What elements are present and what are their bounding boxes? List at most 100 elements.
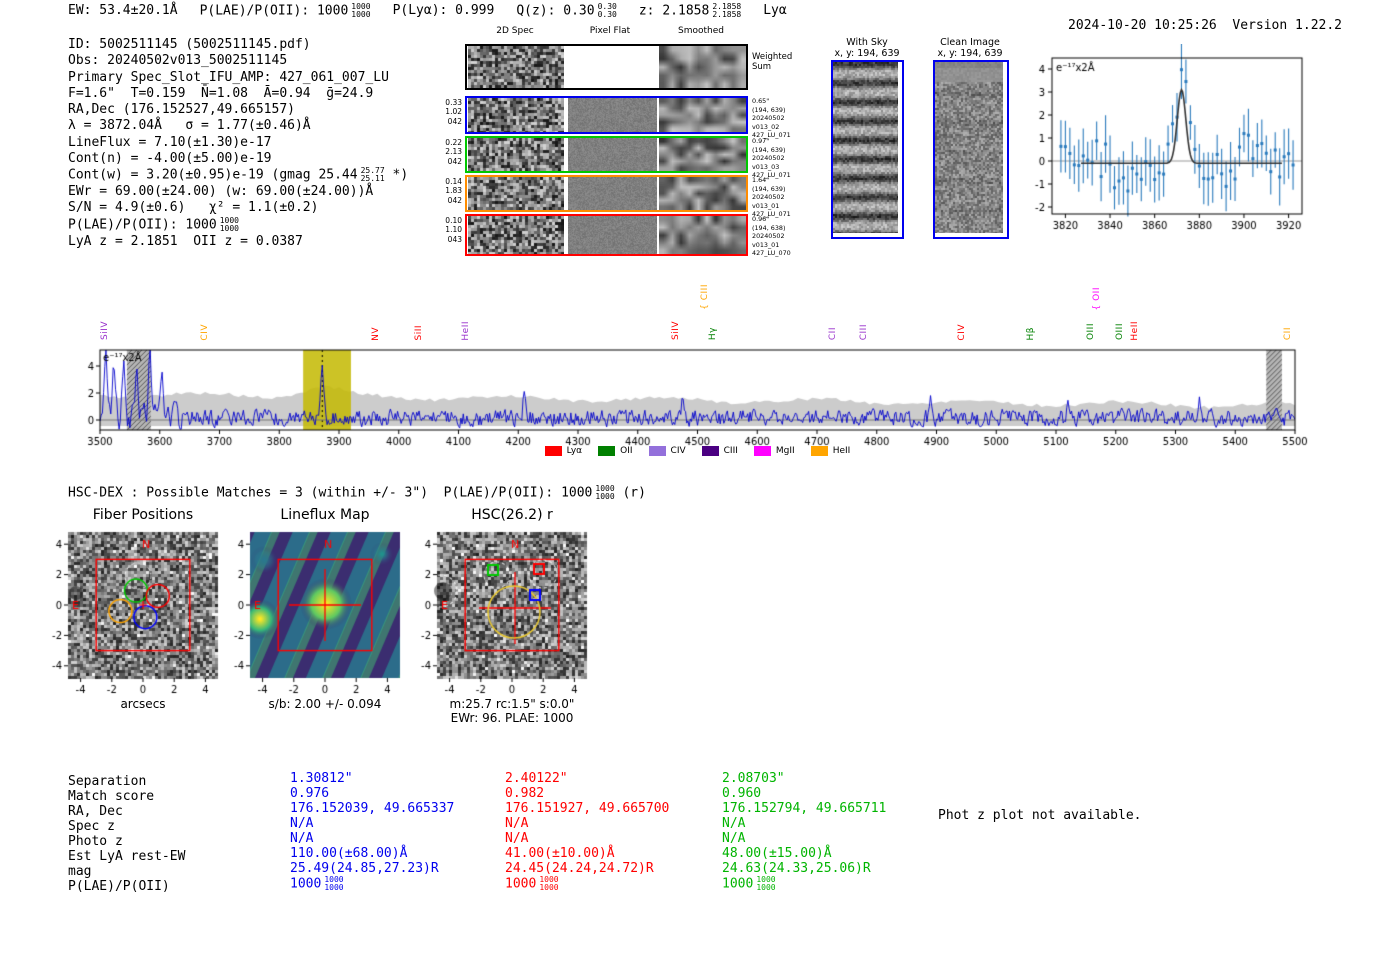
legend-label: CIII bbox=[723, 446, 738, 456]
2d-spec-row bbox=[465, 175, 748, 212]
cutout-xlabel: s/b: 2.00 +/- 0.094 bbox=[268, 697, 382, 711]
legend-label: Lyα bbox=[566, 446, 583, 456]
stacked-fraction: 1000 1000 bbox=[539, 876, 558, 892]
table-cell-plae: 1000 1000 1000 bbox=[722, 876, 886, 892]
info-line: RA,Dec (176.152527,49.665157) bbox=[68, 102, 295, 118]
info-line: LineFlux = 7.10(±1.30)e-17 bbox=[68, 134, 272, 150]
p-lya-value: P(Lyα): 0.999 bbox=[392, 3, 495, 18]
z-value-text: z: 2.1858 bbox=[638, 3, 710, 19]
table-cell: 2.08703" bbox=[722, 771, 785, 786]
2d-column-header: Pixel Flat bbox=[589, 26, 631, 36]
smoothed-panel bbox=[659, 177, 746, 210]
table-match-column: 2.08703" 0.960 176.152794, 49.665711 N/A N/A… bbox=[722, 771, 886, 892]
2d-row-left-line: 042 bbox=[447, 156, 462, 166]
2d-row-right-label: Weighted Sum bbox=[752, 52, 824, 72]
table-row-label: Match score bbox=[68, 789, 155, 804]
header-timestamp-version: 2024-10-20 10:25:26 Version 1.22.2 bbox=[1037, 3, 1342, 48]
2d-row-left-line: 0.10 bbox=[445, 216, 462, 225]
info-line: P(LAE)/P(OII): 1000 1000 1000 bbox=[68, 216, 408, 234]
legend-item: CIV bbox=[648, 446, 686, 456]
legend-label: OII bbox=[620, 446, 633, 456]
2d-row-right-line: v013_03 bbox=[752, 162, 780, 171]
fraction-bottom: 1000 bbox=[539, 883, 559, 892]
2d-row-left-label: 0.14 1.83 042 bbox=[438, 177, 462, 205]
legend-color-patch bbox=[544, 446, 562, 456]
info-line: F=1.6" T=0.159 N̄=1.08 Ā=0.94 ḡ=24.9 bbox=[68, 85, 374, 101]
stacked-fraction: 1000 1000 bbox=[756, 876, 775, 892]
table-cell: 41.00(±10.00)Å bbox=[505, 846, 615, 861]
plae-poii-value: P(LAE)/P(OII): 1000 1000 1000 bbox=[200, 3, 371, 19]
withsky-title: With Sky x, y: 194, 639 bbox=[834, 37, 900, 59]
pixel-flat-panel bbox=[568, 98, 657, 132]
2d-row-right-line: (194, 638) bbox=[752, 223, 786, 232]
legend-label: MgII bbox=[775, 446, 795, 456]
detection-info-block: ID: 5002511145 (5002511145.pdf) Obs: 2024… bbox=[68, 37, 408, 250]
2d-row-left-line: 2.13 bbox=[445, 147, 462, 157]
2d-row-right-line: Sum bbox=[752, 62, 772, 72]
legend-item: MgII bbox=[753, 446, 795, 456]
2d-row-left-line: 1.10 bbox=[445, 225, 462, 235]
smoothed-panel bbox=[659, 138, 746, 171]
cutout-title: Lineflux Map bbox=[280, 507, 370, 523]
stacked-fraction: 25.77 25.11 bbox=[361, 167, 385, 183]
2d-row-right-line: 0.65" bbox=[752, 97, 770, 105]
cleanimage-image bbox=[935, 62, 1003, 233]
table-row-label: Photo z bbox=[68, 834, 123, 849]
table-cell: 176.152039, 49.665337 bbox=[290, 801, 455, 816]
stacked-fraction: 0.30 0.30 bbox=[598, 3, 617, 19]
hscdex-text: (r) bbox=[614, 485, 646, 501]
legend-label: HeII bbox=[832, 446, 851, 456]
2d-row-right-label: 0.65" (194, 639) 20240502 v013_02 427_LU_071 bbox=[752, 97, 824, 140]
cutout-xlabel: arcsecs bbox=[120, 697, 166, 711]
info-line-text: P(LAE)/P(OII): 1000 bbox=[68, 217, 217, 233]
2d-row-right-line: (194, 639) bbox=[752, 105, 786, 114]
classified-line-name: Lyα bbox=[763, 3, 787, 18]
2d-spec-row bbox=[465, 136, 748, 173]
2d-row-right-line: 0.97" bbox=[752, 137, 770, 145]
fraction-bottom: 1000 bbox=[219, 223, 239, 233]
2d-row-left-line: 043 bbox=[447, 234, 462, 244]
fraction-bottom: 1000 bbox=[756, 883, 776, 892]
plae-main: 1000 bbox=[505, 876, 537, 892]
2d-row-left-line: 0.33 bbox=[445, 98, 462, 107]
table-cell: N/A bbox=[290, 831, 314, 846]
2d-spec-row bbox=[465, 214, 748, 256]
2d-row-left-line: 042 bbox=[447, 195, 462, 205]
fraction-bottom: 1000 bbox=[324, 883, 344, 892]
2d-row-left-line: 042 bbox=[447, 116, 462, 126]
info-line: S/N = 4.9(±0.6) χ² = 1.1(±0.2) bbox=[68, 200, 319, 216]
table-cell: 24.45(24.24,24.72)R bbox=[505, 861, 654, 876]
table-cell: N/A bbox=[505, 816, 529, 831]
timestamp: 2024-10-20 10:25:26 bbox=[1068, 18, 1217, 33]
info-line: Primary Spec_Slot_IFU_AMP: 427_061_007_L… bbox=[68, 69, 389, 85]
legend-color-patch bbox=[648, 446, 666, 456]
ew-value: EW: 53.4±20.1Å bbox=[68, 3, 178, 18]
hscdex-text: HSC-DEX : Possible Matches = 3 (within +… bbox=[68, 485, 593, 501]
withsky-panel bbox=[831, 60, 904, 239]
pixel-flat-panel bbox=[568, 46, 657, 88]
2d-row-right-line: 20240502 bbox=[752, 114, 785, 123]
2d-row-right-line: 20240502 bbox=[752, 232, 785, 241]
table-row-label: Est LyA rest-EW bbox=[68, 849, 186, 864]
stacked-fraction: 1000 1000 bbox=[324, 876, 343, 892]
spectral-line-label: { OII bbox=[1091, 286, 1102, 310]
table-cell: N/A bbox=[722, 831, 746, 846]
smoothed-panel bbox=[659, 98, 746, 132]
2d-row-right-line: 20240502 bbox=[752, 193, 785, 202]
table-row-label: Spec z bbox=[68, 819, 115, 834]
cutout-xlabel: m:25.7 rc:1.5" s:0.0" bbox=[449, 697, 575, 711]
qz-value: Q(z): 0.30 0.30 0.30 bbox=[516, 3, 617, 19]
table-match-column: 1.30812" 0.976 176.152039, 49.665337 N/A N/A… bbox=[290, 771, 455, 892]
legend-color-patch bbox=[701, 446, 719, 456]
2d-row-right-line: (194, 639) bbox=[752, 184, 786, 193]
table-cell: 0.960 bbox=[722, 786, 762, 801]
table-row-labels: Separation Match score RA, Dec Spec z Photo … bbox=[68, 774, 185, 894]
table-cell: 25.49(24.85,27.23)R bbox=[290, 861, 439, 876]
hscdex-matches-line: HSC-DEX : Possible Matches = 3 (within +… bbox=[68, 485, 646, 501]
table-cell: 24.63(24.33,25.06)R bbox=[722, 861, 871, 876]
cutout-xlabel-2: EWr: 96. PLAE: 1000 bbox=[450, 711, 574, 725]
table-row-label: RA, Dec bbox=[68, 804, 123, 819]
stacked-fraction: 2.1858 2.1858 bbox=[712, 3, 741, 19]
info-line: ID: 5002511145 (5002511145.pdf) bbox=[68, 37, 311, 52]
info-line: Cont(w) = 3.20(±0.95)e-19 (gmag 25.44 25.… bbox=[68, 167, 408, 184]
